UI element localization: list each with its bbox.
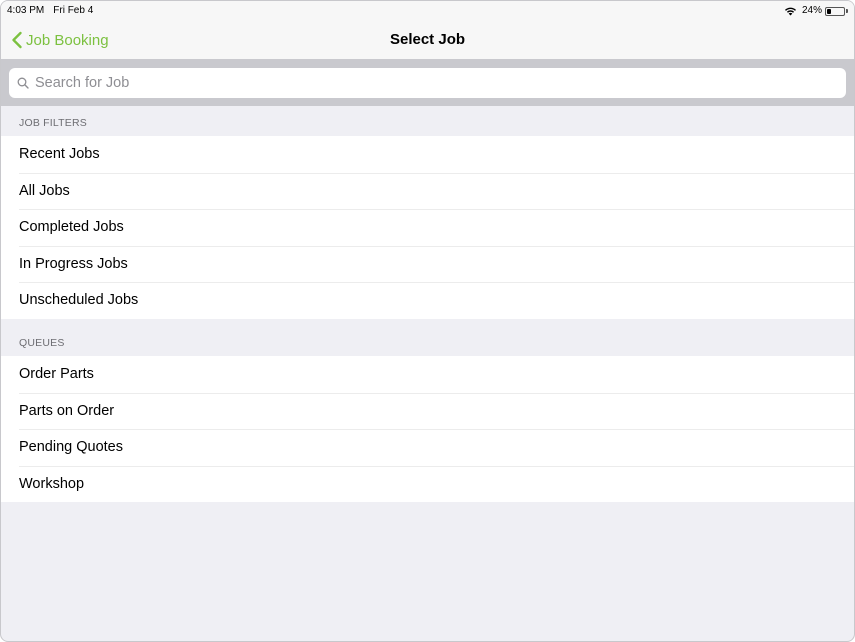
search-input[interactable] xyxy=(35,75,846,91)
list-item-all-jobs[interactable]: All Jobs xyxy=(1,172,854,210)
section-header-job-filters: JOB FILTERS xyxy=(19,117,87,129)
section-header-queues: QUEUES xyxy=(19,337,65,349)
list-item-pending-quotes[interactable]: Pending Quotes xyxy=(1,429,854,466)
back-button[interactable]: Job Booking xyxy=(11,21,109,59)
search-field[interactable] xyxy=(9,68,846,98)
battery-percent: 24% xyxy=(801,5,822,16)
chevron-left-icon xyxy=(12,31,22,49)
ipad-screen: 4:03 PM Fri Feb 4 24% Job Booking Select… xyxy=(0,0,855,642)
list-item-completed-jobs[interactable]: Completed Jobs xyxy=(1,209,854,246)
status-right: 24% xyxy=(784,1,848,21)
queues-list: Order Parts Parts on Order Pending Quote… xyxy=(1,356,854,502)
status-date: Fri Feb 4 xyxy=(53,5,94,16)
status-left: 4:03 PM Fri Feb 4 xyxy=(7,1,93,21)
page-title: Select Job xyxy=(389,31,466,48)
list-item-in-progress-jobs[interactable]: In Progress Jobs xyxy=(1,245,854,283)
list-item-unscheduled-jobs[interactable]: Unscheduled Jobs xyxy=(1,282,854,319)
status-bar: 4:03 PM Fri Feb 4 24% xyxy=(1,1,854,21)
back-button-label: Job Booking xyxy=(26,31,109,49)
battery-icon xyxy=(825,6,845,16)
job-filters-list: Recent Jobs All Jobs Completed Jobs In P… xyxy=(1,136,854,319)
list-item-parts-on-order[interactable]: Parts on Order xyxy=(1,392,854,430)
battery-fill xyxy=(827,8,831,14)
search-bar xyxy=(1,59,854,106)
list-item-recent-jobs[interactable]: Recent Jobs xyxy=(1,136,854,173)
status-time: 4:03 PM xyxy=(7,5,45,16)
wifi-icon xyxy=(784,7,796,16)
list-item-workshop[interactable]: Workshop xyxy=(1,465,854,503)
battery-tip xyxy=(846,9,848,13)
list-item-order-parts[interactable]: Order Parts xyxy=(1,356,854,393)
navigation-bar: Job Booking Select Job xyxy=(1,21,854,59)
search-icon xyxy=(17,77,29,89)
